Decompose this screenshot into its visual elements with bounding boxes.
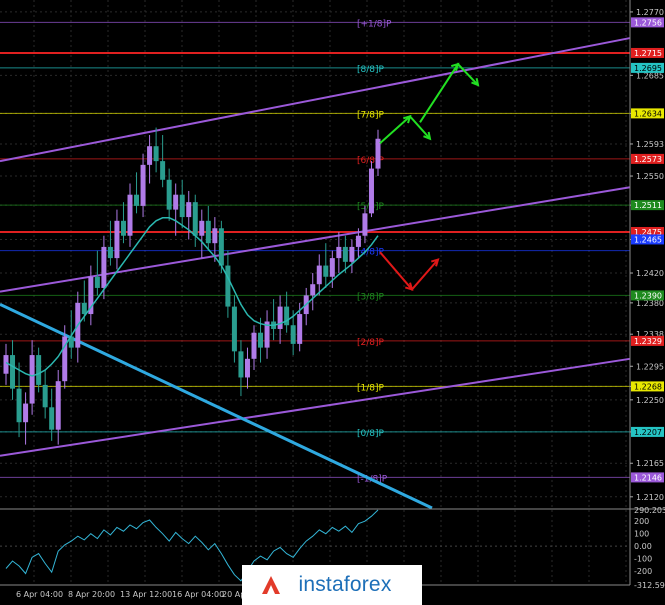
murray-label: [1/8]P [357, 383, 385, 393]
candle-body [81, 302, 87, 315]
candle-body [362, 213, 368, 236]
price-label-text: 1.2465 [634, 235, 662, 244]
candle-body [277, 306, 283, 329]
cci-tick-label: 200 [634, 517, 649, 526]
candle-body [49, 407, 55, 430]
candle-body [244, 358, 250, 378]
candle-body [134, 194, 140, 206]
price-label-text: 1.2695 [634, 64, 662, 73]
candle-body [258, 332, 264, 348]
price-label-text: 1.2756 [634, 18, 662, 27]
instaforex-logo: instaforex [242, 565, 422, 605]
candle-body [179, 194, 185, 218]
candle-body [218, 228, 224, 266]
candle-body [336, 246, 342, 259]
candle-body [101, 246, 107, 288]
candle-body [107, 246, 113, 259]
candle-body [29, 355, 35, 404]
price-label-text: 1.2573 [634, 155, 662, 164]
candle-body [375, 138, 381, 169]
cci-tick-label: -312.595 [634, 581, 665, 590]
murray-label: [0/8]P [357, 429, 385, 439]
price-label-text: 1.2268 [634, 382, 662, 391]
candle-body [55, 381, 61, 430]
candle-body [205, 220, 211, 244]
candle-body [323, 265, 329, 277]
cci-tick-label: 290.2034 [634, 506, 665, 515]
candle-body [114, 220, 120, 259]
candle-body [153, 146, 159, 162]
candle-body [23, 403, 29, 423]
chart-stage: [+1/8]P[8/8]P[7/8]P[6/8]P[5/8]P[4/8]P[3/… [0, 0, 665, 605]
cci-tick-label: 0.00 [634, 542, 652, 551]
price-label-text: 1.2390 [634, 291, 662, 300]
candle-body [3, 355, 9, 374]
candle-body [225, 265, 231, 307]
candle-body [310, 284, 316, 296]
cci-tick-label: -200 [634, 567, 652, 576]
axis-tick-label: 1.2770 [636, 8, 664, 17]
time-label: 13 Apr 12:00 [120, 590, 172, 599]
axis-tick-label: 1.2120 [636, 493, 664, 502]
candle-body [36, 355, 42, 385]
candle-body [127, 194, 133, 236]
murray-label: [2/8]P [357, 338, 385, 348]
murray-label: [+1/8]P [357, 19, 392, 29]
candle-body [212, 228, 218, 244]
candle-body [199, 220, 205, 236]
candle-body [238, 351, 244, 378]
time-label: 8 Apr 20:00 [68, 590, 115, 599]
cci-tick-label: 100 [634, 530, 649, 539]
time-label: 16 Apr 04:00 [172, 590, 224, 599]
candle-body [42, 384, 48, 408]
axis-tick-label: 1.2165 [636, 459, 664, 468]
candle-body [94, 276, 100, 288]
candle-body [290, 325, 296, 344]
axis-tick-label: 1.2550 [636, 172, 664, 181]
axis-tick-label: 1.2295 [636, 362, 664, 371]
price-label-text: 1.2329 [634, 337, 662, 346]
candle-body [10, 355, 16, 389]
candle-body [120, 220, 126, 236]
candle-body [355, 235, 361, 247]
price-label-text: 1.2146 [634, 473, 662, 482]
logo-mark-icon [262, 576, 280, 594]
candle-body [349, 246, 355, 262]
candle-body [316, 265, 322, 285]
price-label-text: 1.2715 [634, 49, 662, 58]
murray-label: [8/8]P [357, 65, 385, 75]
candle-body [192, 202, 198, 236]
price-label-text: 1.2511 [634, 201, 662, 210]
price-label-text: 1.2634 [634, 109, 662, 118]
axis-tick-label: 1.2250 [636, 396, 664, 405]
axis-tick-label: 1.2593 [636, 140, 664, 149]
candle-body [160, 161, 166, 180]
candle-body [140, 164, 146, 206]
candle-body [166, 179, 172, 210]
price-label-text: 1.2207 [634, 428, 662, 437]
candle-body [368, 168, 374, 214]
candle-body [186, 202, 192, 218]
cci-tick-label: -100 [634, 555, 652, 564]
candle-body [147, 146, 153, 165]
murray-label: [7/8]P [357, 110, 385, 120]
candle-body [297, 314, 303, 344]
candle-body [284, 306, 290, 326]
candle-body [342, 246, 348, 262]
candle-body [173, 194, 179, 210]
candle-body [16, 388, 22, 423]
candle-body [251, 332, 257, 359]
logo-text: instaforex [298, 573, 392, 596]
axis-tick-label: 1.2420 [636, 269, 664, 278]
murray-label: [3/8]P [357, 292, 385, 302]
candle-body [329, 258, 335, 277]
time-label: 6 Apr 04:00 [16, 590, 63, 599]
candle-body [231, 306, 237, 352]
